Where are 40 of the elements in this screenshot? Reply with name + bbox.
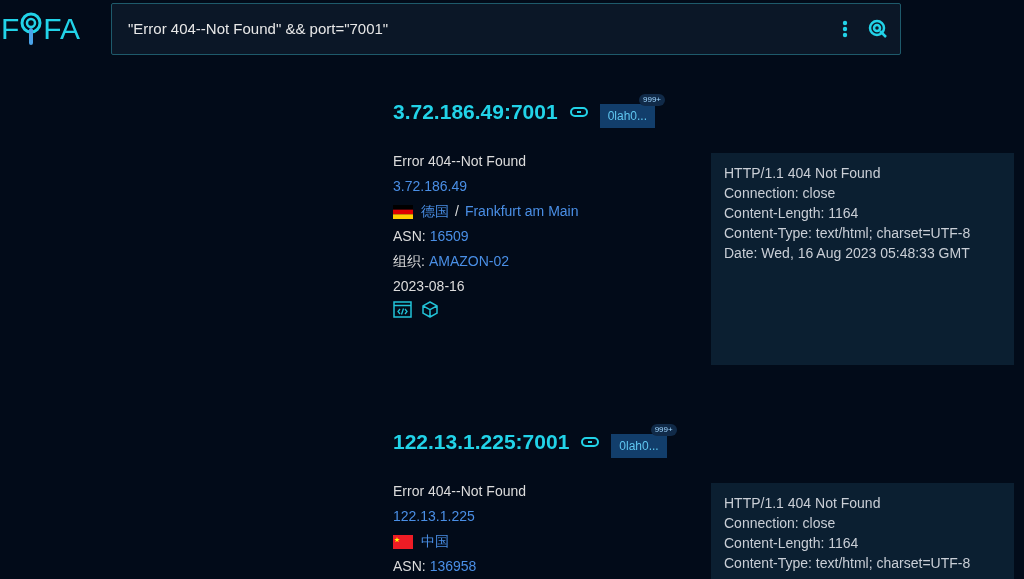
logo-text: F bbox=[1, 14, 20, 44]
date-text: 2023-08-16 bbox=[393, 277, 466, 296]
search-field[interactable]: "Error 404--Not Found" && port="7001" bbox=[111, 3, 901, 55]
page-title: Error 404--Not Found bbox=[393, 152, 528, 171]
country-link[interactable]: 德国 bbox=[421, 199, 449, 224]
asn-link[interactable]: 136958 bbox=[429, 554, 477, 579]
header-line: Content-Length: 1164 bbox=[724, 534, 860, 553]
link-icon[interactable] bbox=[581, 437, 600, 447]
header-line: HTTP/1.1 404 Not Found bbox=[724, 494, 882, 513]
logo-pin-icon bbox=[20, 12, 43, 46]
more-icon[interactable] bbox=[842, 20, 848, 38]
org-label: 组织: bbox=[393, 252, 425, 271]
page-title: Error 404--Not Found bbox=[393, 482, 528, 501]
cert-tag[interactable]: 0lah0... bbox=[611, 434, 667, 458]
host-link[interactable]: 3.72.186.49:7001 bbox=[393, 96, 558, 128]
asn-label: ASN: bbox=[393, 557, 426, 576]
header-line: Content-Length: 1164 bbox=[724, 204, 860, 223]
count-badge: 999+ bbox=[650, 424, 677, 436]
country-link[interactable]: 中国 bbox=[421, 529, 449, 554]
cube-icon[interactable] bbox=[422, 301, 438, 318]
host-link[interactable]: 122.13.1.225:7001 bbox=[393, 426, 570, 458]
header-line: Content-Type: text/html; charset=UTF-8 bbox=[724, 554, 972, 573]
header-line: Connection: close bbox=[724, 514, 837, 533]
code-icon[interactable] bbox=[393, 301, 412, 318]
asn-label: ASN: bbox=[393, 227, 426, 246]
header-line: Date: Wed, 16 Aug 2023 05:48:33 GMT bbox=[724, 244, 971, 263]
cert-tag[interactable]: 0lah0... bbox=[599, 104, 656, 128]
org-link[interactable]: AMAZON-02 bbox=[428, 249, 509, 274]
header-line: HTTP/1.1 404 Not Found bbox=[724, 164, 882, 183]
separator: / bbox=[455, 202, 459, 221]
count-badge: 999+ bbox=[639, 94, 666, 106]
link-icon[interactable] bbox=[569, 107, 588, 117]
logo-text: FA bbox=[43, 14, 80, 44]
search-icon[interactable] bbox=[868, 19, 888, 39]
city-link[interactable]: Frankfurt am Main bbox=[464, 199, 579, 224]
header-line: Content-Type: text/html; charset=UTF-8 bbox=[724, 224, 972, 243]
ip-link[interactable]: 122.13.1.225 bbox=[393, 504, 711, 529]
ip-link[interactable]: 3.72.186.49 bbox=[393, 174, 711, 199]
header-line: Connection: close bbox=[724, 184, 837, 203]
asn-link[interactable]: 16509 bbox=[429, 224, 469, 249]
